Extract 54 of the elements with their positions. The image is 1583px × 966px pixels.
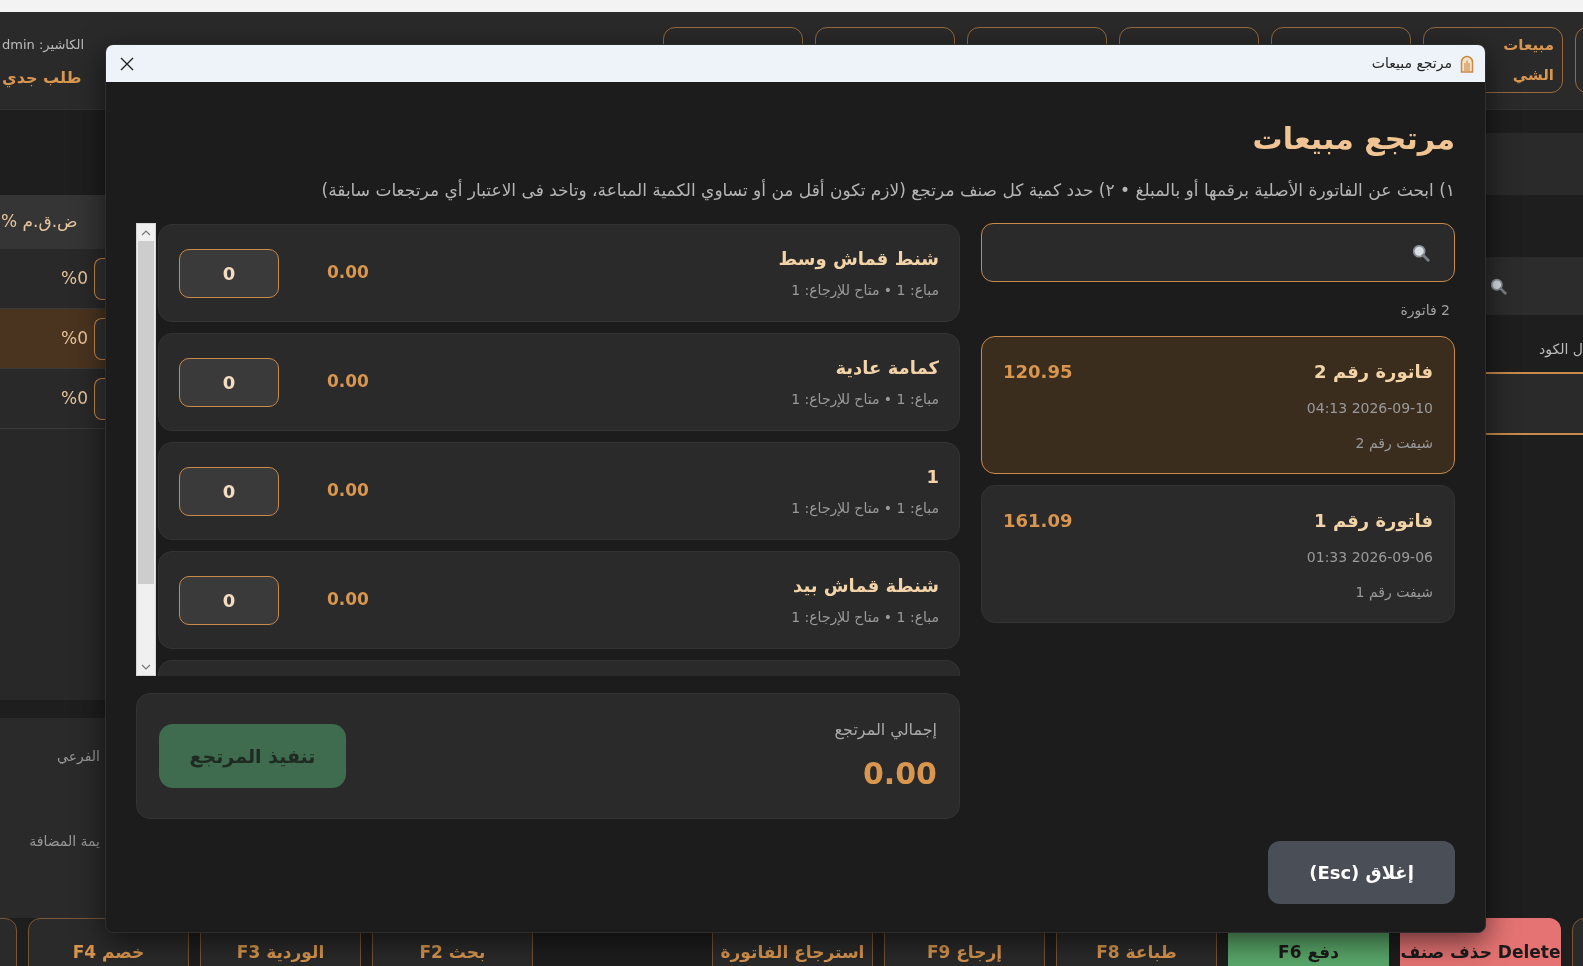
table-row[interactable]: %0 — [0, 309, 106, 369]
quantity-field[interactable]: 0 — [179, 575, 279, 625]
cashier-text: الكاشير: dmin — [2, 36, 84, 54]
search-icon — [1412, 243, 1430, 262]
total-label: يمة المضافة — [29, 832, 100, 851]
quantity-field[interactable]: 0 — [179, 248, 279, 298]
item-name: 1 — [926, 465, 939, 489]
item-name: شنطة قماش بيد — [793, 574, 939, 598]
arch-icon — [1460, 54, 1474, 73]
instructions-text: ١) ابحث عن الفاتورة الأصلية برقمها أو بالمبلغ • ٢) حدد كمية كل صنف مرتجع (لازم تكون أقل من أو تساوي الكمية المباعة، وتاخد فى الاعتبار أي مرتجعات سابقة) — [321, 180, 1455, 200]
table-row[interactable]: %0 — [0, 369, 106, 429]
invoice-title: فاتورة رقم 2 — [1314, 360, 1433, 384]
total-label: إجمالي المرتجع — [834, 720, 937, 740]
table-cell-text: %0 — [60, 266, 88, 290]
line-total: 0.00 — [327, 370, 369, 394]
line-total: 0.00 — [327, 261, 369, 285]
input-field[interactable] — [94, 317, 106, 360]
invoice-title: فاتورة رقم 1 — [1314, 509, 1433, 533]
invoice-date: 2026-09-10 04:13 — [1306, 399, 1433, 418]
item-meta: مباع: 1 • متاح للإرجاع: 1 — [791, 390, 939, 408]
invoice-search-field[interactable] — [981, 223, 1455, 282]
quantity-field[interactable]: 0 — [179, 357, 279, 407]
scrollbar[interactable] — [136, 223, 156, 676]
chevron-down-icon[interactable] — [141, 663, 151, 670]
line-total: 0.00 — [327, 479, 369, 503]
close-dialog-button[interactable]: إغلاق (Esc) — [1268, 841, 1455, 904]
line-total: 0.00 — [327, 588, 369, 612]
chevron-up-icon[interactable] — [141, 229, 151, 236]
new-order-button[interactable]: طلب جدي — [2, 67, 82, 89]
invoice-shift: شيفت رقم 1 — [1355, 583, 1433, 602]
table-cell-text: %0 — [60, 386, 88, 410]
item-meta: مباع: 1 • متاح للإرجاع: 1 — [791, 281, 939, 299]
quantity-field[interactable]: 0 — [179, 466, 279, 516]
search-icon — [1490, 277, 1507, 295]
input-field[interactable] — [94, 377, 106, 420]
total-label: الفرعي — [57, 747, 100, 766]
item-meta: مباع: 1 • متاح للإرجاع: 1 — [791, 499, 939, 517]
dialog-heading: مرتجع مبيعات — [1252, 120, 1455, 158]
invoice-count: 2 فاتورة — [1400, 301, 1451, 320]
total-value: 0.00 — [862, 756, 937, 792]
scrollbar-thumb[interactable] — [138, 241, 154, 584]
code-label: ل الكود — [1539, 340, 1583, 359]
item-name: كمامة عادية — [835, 356, 939, 380]
invoice-date: 2026-09-06 01:33 — [1306, 548, 1433, 567]
table-row[interactable]: %0 — [0, 249, 106, 309]
item-meta: مباع: 1 • متاح للإرجاع: 1 — [791, 608, 939, 626]
column-header: ض.ق.م % — [0, 210, 78, 234]
input-field[interactable] — [94, 257, 106, 300]
invoice-amount: 120.95 — [1003, 360, 1073, 384]
close-icon — [119, 55, 135, 72]
invoice-shift: شيفت رقم 2 — [1355, 434, 1433, 453]
invoice-amount: 161.09 — [1003, 509, 1073, 533]
item-name: شنط قماش وسط — [778, 247, 939, 271]
table-cell-text: %0 — [60, 326, 88, 350]
